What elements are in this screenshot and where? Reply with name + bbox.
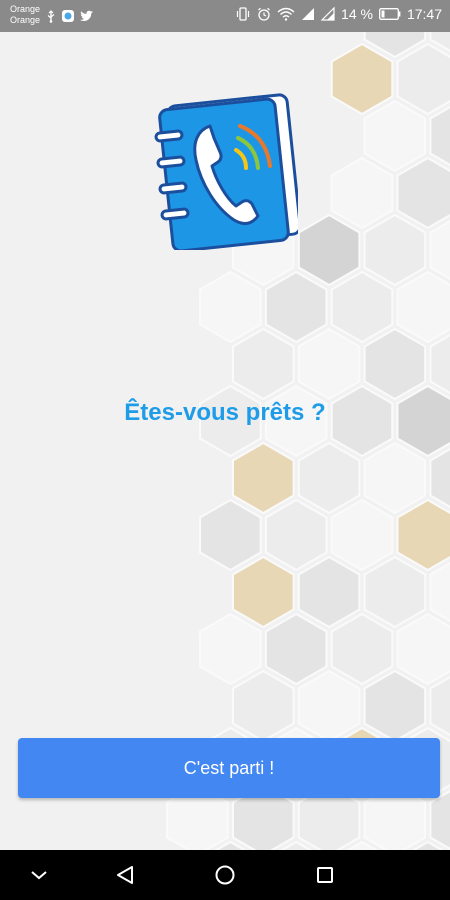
hide-keyboard-button[interactable] bbox=[14, 850, 64, 900]
usb-icon bbox=[46, 9, 56, 23]
back-button[interactable] bbox=[100, 850, 150, 900]
hexagon-tile bbox=[264, 612, 328, 686]
hexagon-tile bbox=[363, 327, 427, 401]
hexagon-tile bbox=[330, 612, 394, 686]
clock: 17:47 bbox=[406, 6, 442, 22]
hexagon-tile bbox=[363, 669, 427, 743]
hexagon-tile bbox=[232, 555, 295, 629]
hexagon-tile bbox=[264, 270, 328, 344]
hexagon-tile bbox=[330, 156, 394, 230]
hexagon-tile bbox=[396, 612, 450, 686]
wifi-icon bbox=[277, 7, 295, 21]
signal-4g-icon bbox=[301, 7, 315, 21]
hexagon-tile bbox=[330, 270, 394, 344]
hexagon-tile bbox=[396, 270, 450, 344]
hexagon-tile bbox=[330, 498, 394, 572]
hexagon-tile bbox=[363, 555, 427, 629]
status-icons: 14 % 17:47 bbox=[235, 6, 442, 22]
signal-icon bbox=[321, 7, 335, 21]
start-button[interactable]: C'est parti ! bbox=[18, 738, 440, 798]
hexagon-tile bbox=[199, 270, 262, 344]
hexagon-tile bbox=[232, 441, 295, 515]
hexagon-tile bbox=[232, 669, 295, 743]
hexagon-tile bbox=[297, 327, 361, 401]
twitter-icon bbox=[80, 10, 94, 22]
home-button[interactable] bbox=[200, 850, 250, 900]
app-notification-icon bbox=[61, 9, 75, 23]
carrier-line-2: Orange bbox=[10, 15, 41, 25]
hexagon-tile bbox=[330, 42, 394, 116]
hexagon-tile bbox=[232, 327, 295, 401]
hexagon-tile bbox=[363, 213, 427, 287]
hexagon-tile bbox=[297, 669, 361, 743]
home-icon bbox=[215, 865, 235, 885]
hexagon-tile bbox=[297, 441, 361, 515]
hexagon-tile bbox=[199, 498, 262, 572]
hexagon-tile bbox=[396, 156, 450, 230]
vibrate-icon bbox=[235, 7, 251, 21]
hexagon-tile bbox=[363, 99, 427, 173]
notification-icons bbox=[46, 9, 94, 23]
status-bar: Orange Orange 14 % 17:47 bbox=[0, 0, 450, 32]
alarm-icon bbox=[257, 7, 271, 21]
hexagon-tile bbox=[396, 498, 450, 572]
hexagon-tile bbox=[396, 42, 450, 116]
carrier-line-1: Orange bbox=[10, 4, 41, 14]
phonebook-icon bbox=[154, 93, 298, 250]
hexagon-tile bbox=[297, 555, 361, 629]
chevron-down-icon bbox=[31, 871, 47, 880]
carrier-names: Orange Orange bbox=[10, 4, 40, 26]
back-icon bbox=[117, 866, 133, 884]
recents-icon bbox=[317, 867, 333, 883]
hexagon-tile bbox=[297, 213, 361, 287]
battery-text: 14 % bbox=[341, 6, 373, 22]
hexagon-tile bbox=[363, 441, 427, 515]
onboarding-screen: Êtes-vous prêts ? C'est parti ! bbox=[0, 32, 450, 850]
hexagon-tile bbox=[199, 612, 262, 686]
hexagon-tile bbox=[264, 498, 328, 572]
navigation-bar bbox=[0, 850, 450, 900]
page-title: Êtes-vous prêts ? bbox=[124, 399, 326, 426]
recents-button[interactable] bbox=[300, 850, 350, 900]
battery-icon bbox=[379, 8, 401, 20]
